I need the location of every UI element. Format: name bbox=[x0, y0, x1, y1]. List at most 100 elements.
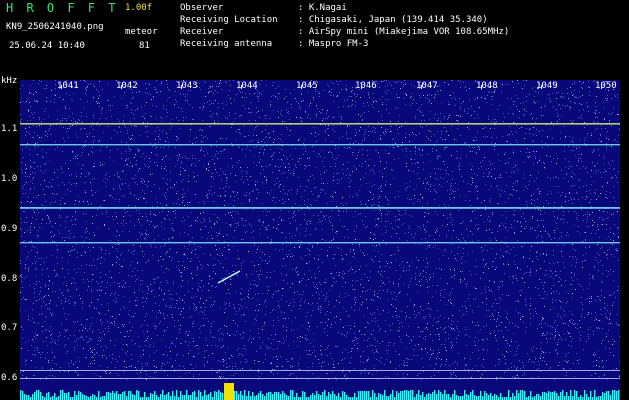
x-tick-label: 1047 bbox=[416, 81, 438, 91]
detection-bar bbox=[540, 396, 542, 400]
detection-bar bbox=[594, 390, 596, 400]
detection-bar bbox=[222, 393, 224, 400]
detection-bar bbox=[220, 392, 222, 400]
detection-bar bbox=[518, 393, 520, 400]
detection-bar bbox=[156, 395, 158, 400]
detection-bar bbox=[208, 394, 210, 400]
detection-bar bbox=[98, 391, 100, 400]
meta-label-location: Receiving Location bbox=[180, 15, 278, 25]
detection-bar bbox=[328, 392, 330, 400]
detection-bar bbox=[118, 394, 120, 400]
detection-bar bbox=[120, 394, 122, 400]
detection-bar bbox=[460, 396, 462, 400]
baseline-line bbox=[20, 378, 620, 379]
detection-bar bbox=[102, 396, 104, 400]
detection-bar bbox=[238, 394, 240, 400]
detection-bar bbox=[444, 390, 446, 400]
detection-bar bbox=[462, 396, 464, 400]
detection-bar bbox=[42, 396, 44, 400]
detection-bar bbox=[408, 391, 410, 400]
y-tick-label: 1.0 bbox=[1, 174, 18, 184]
detection-bar bbox=[616, 391, 618, 400]
detection-bar bbox=[198, 390, 200, 400]
detection-bar bbox=[374, 393, 376, 400]
meta-label-receiver: Receiver bbox=[180, 27, 224, 37]
detection-bar bbox=[386, 396, 388, 400]
detection-bar bbox=[168, 392, 170, 400]
detection-bar bbox=[378, 393, 380, 400]
detection-bar bbox=[174, 396, 176, 400]
carrier-trace bbox=[20, 144, 620, 146]
detection-bar bbox=[604, 393, 606, 400]
detection-bar bbox=[508, 390, 510, 400]
detection-bar bbox=[400, 391, 402, 400]
detection-bar bbox=[288, 396, 290, 400]
detection-bar bbox=[332, 391, 334, 400]
detection-bar bbox=[24, 394, 26, 400]
detection-bar bbox=[478, 396, 480, 400]
detection-bar bbox=[452, 394, 454, 400]
detection-bar bbox=[296, 393, 298, 400]
detection-bar bbox=[46, 393, 48, 400]
detection-bar bbox=[216, 392, 218, 400]
detection-bar bbox=[396, 391, 398, 400]
detection-bar bbox=[184, 395, 186, 400]
detection-bar bbox=[52, 396, 54, 400]
detection-bar bbox=[36, 390, 38, 400]
detection-bar bbox=[170, 396, 172, 400]
detection-bar bbox=[598, 396, 600, 400]
detection-bar bbox=[568, 396, 570, 400]
y-axis-unit: kHz bbox=[1, 76, 18, 86]
detection-bar bbox=[322, 392, 324, 400]
carrier-trace bbox=[20, 207, 620, 209]
meteor-count: 81 bbox=[139, 41, 150, 51]
detection-bar bbox=[406, 390, 408, 400]
detection-bar bbox=[488, 395, 490, 400]
detection-bar bbox=[138, 391, 140, 400]
detection-bar bbox=[26, 395, 28, 400]
detection-bar bbox=[62, 390, 64, 400]
x-tick-label: 1046 bbox=[355, 81, 377, 91]
detection-bar bbox=[382, 395, 384, 400]
detection-bar bbox=[240, 391, 242, 400]
detection-bar bbox=[78, 391, 80, 400]
meta-value-receiver: : AirSpy mini (Miakejima VOR 108.65MHz) bbox=[298, 27, 510, 37]
detection-bar bbox=[562, 390, 564, 400]
detection-bar bbox=[154, 391, 156, 400]
detection-bar bbox=[190, 395, 192, 400]
detection-bar bbox=[404, 390, 406, 400]
y-tick-label: 0.7 bbox=[1, 323, 18, 333]
detection-bar bbox=[548, 391, 550, 400]
detection-bar bbox=[60, 390, 62, 400]
detection-bar bbox=[278, 392, 280, 400]
detection-bar bbox=[252, 392, 254, 400]
detection-bar bbox=[130, 391, 132, 400]
detection-bar bbox=[454, 390, 456, 400]
detection-bar bbox=[514, 396, 516, 400]
detection-bar bbox=[432, 392, 434, 400]
detection-bar bbox=[362, 391, 364, 400]
detection-bar bbox=[110, 393, 112, 400]
detection-bar bbox=[134, 395, 136, 400]
detection-bar bbox=[116, 391, 118, 400]
detection-bar bbox=[176, 390, 178, 400]
detection-bar bbox=[108, 392, 110, 400]
detection-bar bbox=[270, 392, 272, 400]
detection-bar bbox=[600, 396, 602, 400]
timestamp: 25.06.24 10:40 bbox=[9, 41, 85, 51]
detection-bar bbox=[472, 390, 474, 400]
detection-bar bbox=[552, 392, 554, 400]
detection-bar bbox=[164, 395, 166, 400]
y-tick-label: 0.9 bbox=[1, 224, 18, 234]
detection-bar bbox=[292, 390, 294, 400]
detection-bar bbox=[500, 393, 502, 400]
detection-bar bbox=[470, 392, 472, 400]
detection-bar bbox=[558, 396, 560, 400]
detection-bar bbox=[124, 391, 126, 400]
detection-bar bbox=[272, 394, 274, 400]
detection-bar bbox=[480, 391, 482, 400]
detection-bar bbox=[442, 394, 444, 400]
detection-bar bbox=[486, 393, 488, 400]
meta-label-observer: Observer bbox=[180, 3, 224, 13]
detection-bar bbox=[538, 394, 540, 400]
